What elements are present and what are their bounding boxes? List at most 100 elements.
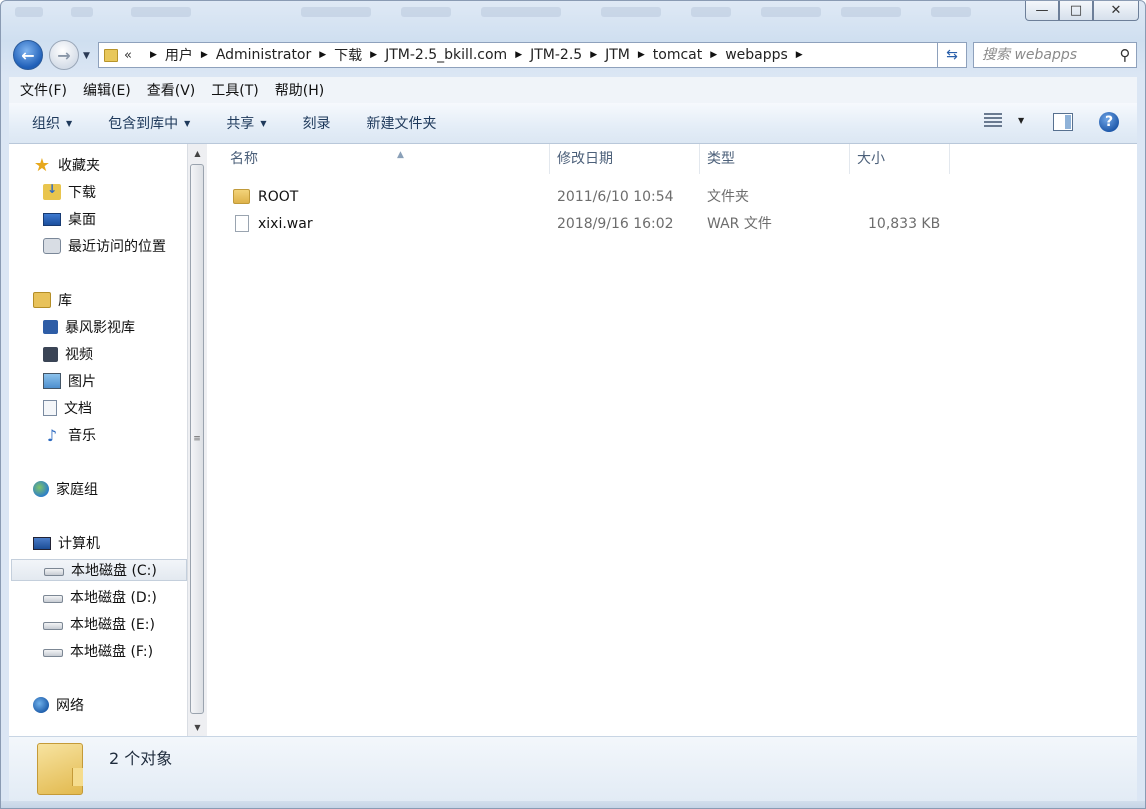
breadcrumb: « ▶ 用户 ▶ Administrator ▶ 下载 ▶ JTM-2.5_bkill.com… bbox=[124, 45, 945, 65]
network-header[interactable]: 网络 bbox=[33, 694, 84, 716]
nav-item-documents[interactable]: 文档 bbox=[43, 397, 92, 419]
breadcrumb-separator-icon[interactable]: ▶ bbox=[319, 50, 326, 60]
nav-item-drive-e[interactable]: 本地磁盘 (E:) bbox=[43, 613, 155, 635]
navigation-scrollbar[interactable]: ▲ ≡ ▼ bbox=[187, 144, 207, 736]
menu-bar: 文件(F) 编辑(E) 查看(V) 工具(T) 帮助(H) bbox=[9, 77, 1137, 104]
column-name[interactable]: 名称 ▲ bbox=[223, 144, 550, 174]
breadcrumb-item[interactable]: JTM-2.5_bkill.com bbox=[385, 47, 507, 63]
view-list-icon bbox=[984, 113, 1002, 127]
overflow-chevron[interactable]: « bbox=[124, 48, 132, 63]
back-button[interactable]: ← bbox=[13, 40, 43, 70]
nav-item-storm-library[interactable]: 暴风影视库 bbox=[43, 316, 135, 338]
share-button[interactable]: 共享 ▼ bbox=[226, 113, 266, 133]
folder-icon bbox=[233, 189, 250, 204]
nav-item-drive-d[interactable]: 本地磁盘 (D:) bbox=[43, 586, 157, 608]
search-icon[interactable]: ⚲ bbox=[1114, 46, 1136, 64]
scroll-down-arrow[interactable]: ▼ bbox=[188, 718, 207, 736]
file-type: WAR 文件 bbox=[707, 216, 772, 232]
nav-item-label: 本地磁盘 (E:) bbox=[70, 617, 155, 633]
nav-item-downloads[interactable]: 下载 bbox=[43, 181, 96, 203]
file-date: 2011/6/10 10:54 bbox=[557, 189, 674, 205]
homegroup-header[interactable]: 家庭组 bbox=[33, 478, 98, 500]
recent-pages-dropdown[interactable]: ▼ bbox=[83, 51, 90, 61]
recent-places-icon bbox=[43, 238, 61, 254]
breadcrumb-item[interactable]: tomcat bbox=[653, 47, 702, 63]
organize-button[interactable]: 组织 ▼ bbox=[32, 113, 72, 133]
nav-item-recent[interactable]: 最近访问的位置 bbox=[43, 235, 166, 257]
nav-item-desktop[interactable]: 桌面 bbox=[43, 208, 96, 230]
change-view-button[interactable]: ▼ bbox=[984, 113, 1024, 127]
file-name: ROOT bbox=[258, 189, 299, 205]
search-input[interactable] bbox=[974, 46, 1114, 64]
burn-button[interactable]: 刻录 bbox=[302, 113, 330, 133]
refresh-button[interactable]: ⇆ bbox=[937, 42, 967, 68]
title-blur bbox=[401, 7, 451, 17]
menu-item[interactable]: 编辑(E) bbox=[75, 80, 139, 100]
menu-item[interactable]: 文件(F) bbox=[9, 80, 75, 100]
breadcrumb-separator-icon[interactable]: ▶ bbox=[370, 50, 377, 60]
nav-item-label: 图片 bbox=[68, 374, 96, 390]
help-icon[interactable]: ? bbox=[1099, 112, 1119, 132]
nav-item-label: 暴风影视库 bbox=[65, 320, 135, 336]
column-date[interactable]: 修改日期 bbox=[550, 144, 700, 174]
breadcrumb-item[interactable]: webapps bbox=[725, 47, 788, 63]
title-blur bbox=[691, 7, 731, 17]
menu-item[interactable]: 帮助(H) bbox=[267, 80, 332, 100]
breadcrumb-separator-icon[interactable]: ▶ bbox=[150, 50, 157, 60]
computer-header[interactable]: 计算机 bbox=[33, 532, 100, 554]
scroll-up-arrow[interactable]: ▲ bbox=[188, 144, 207, 162]
sort-ascending-icon: ▲ bbox=[397, 150, 404, 160]
breadcrumb-item[interactable]: JTM-2.5 bbox=[530, 47, 582, 63]
menu-item[interactable]: 工具(T) bbox=[203, 80, 266, 100]
folder-icon bbox=[37, 743, 83, 795]
column-type[interactable]: 类型 bbox=[700, 144, 850, 174]
organize-label: 组织 bbox=[32, 116, 60, 132]
libraries-header[interactable]: 库 bbox=[33, 289, 72, 311]
title-blur bbox=[931, 7, 971, 17]
column-type-label: 类型 bbox=[707, 151, 735, 167]
menu-item[interactable]: 查看(V) bbox=[139, 80, 204, 100]
address-bar[interactable]: « ▶ 用户 ▶ Administrator ▶ 下载 ▶ JTM-2.5_bkill.com… bbox=[98, 42, 966, 68]
nav-item-music[interactable]: ♪ 音乐 bbox=[43, 424, 96, 446]
file-date: 2018/9/16 16:02 bbox=[557, 216, 674, 232]
breadcrumb-item[interactable]: Administrator bbox=[216, 47, 311, 63]
forward-button[interactable]: → bbox=[49, 40, 79, 70]
nav-item-label: 家庭组 bbox=[56, 482, 98, 498]
nav-item-drive-c[interactable]: 本地磁盘 (C:) bbox=[11, 559, 187, 581]
column-size[interactable]: 大小 bbox=[850, 144, 950, 174]
column-header: 名称 ▲ 修改日期 类型 大小 bbox=[207, 144, 1137, 174]
breadcrumb-item[interactable]: JTM bbox=[605, 47, 630, 63]
nav-item-label: 本地磁盘 (F:) bbox=[70, 644, 154, 660]
new-folder-button[interactable]: 新建文件夹 bbox=[366, 113, 436, 133]
desktop-icon bbox=[43, 212, 61, 226]
breadcrumb-separator-icon[interactable]: ▶ bbox=[201, 50, 208, 60]
chevron-down-icon: ▼ bbox=[1018, 115, 1025, 125]
breadcrumb-separator-icon[interactable]: ▶ bbox=[710, 50, 717, 60]
file-row[interactable]: ROOT 2011/6/10 10:54 文件夹 bbox=[207, 184, 1137, 210]
breadcrumb-separator-icon[interactable]: ▶ bbox=[590, 50, 597, 60]
breadcrumb-separator-icon[interactable]: ▶ bbox=[515, 50, 522, 60]
breadcrumb-separator-icon[interactable]: ▶ bbox=[638, 50, 645, 60]
minimize-button[interactable]: — bbox=[1025, 1, 1059, 21]
preview-pane-icon[interactable] bbox=[1053, 113, 1073, 131]
breadcrumb-item[interactable]: 用户 bbox=[165, 45, 193, 65]
maximize-button[interactable]: □ bbox=[1059, 1, 1093, 21]
search-box[interactable]: ⚲ bbox=[973, 42, 1137, 68]
title-bar: — □ ✕ bbox=[1, 1, 1145, 33]
include-in-library-button[interactable]: 包含到库中 ▼ bbox=[108, 113, 190, 133]
computer-icon bbox=[33, 536, 51, 550]
title-blur bbox=[601, 7, 661, 17]
title-blur bbox=[841, 7, 901, 17]
favorites-header[interactable]: ★ 收藏夹 bbox=[33, 154, 100, 176]
nav-item-videos[interactable]: 视频 bbox=[43, 343, 93, 365]
column-name-label: 名称 bbox=[230, 151, 258, 167]
details-pane: 2 个对象 bbox=[9, 736, 1137, 801]
scroll-thumb[interactable]: ≡ bbox=[190, 164, 204, 714]
close-button[interactable]: ✕ bbox=[1093, 1, 1139, 21]
nav-item-label: 本地磁盘 (D:) bbox=[70, 590, 157, 606]
nav-item-drive-f[interactable]: 本地磁盘 (F:) bbox=[43, 640, 153, 662]
breadcrumb-item[interactable]: 下载 bbox=[334, 45, 362, 65]
breadcrumb-separator-icon[interactable]: ▶ bbox=[796, 50, 803, 60]
nav-item-pictures[interactable]: 图片 bbox=[43, 370, 96, 392]
file-row[interactable]: xixi.war 2018/9/16 16:02 WAR 文件 10,833 K… bbox=[207, 211, 1137, 237]
